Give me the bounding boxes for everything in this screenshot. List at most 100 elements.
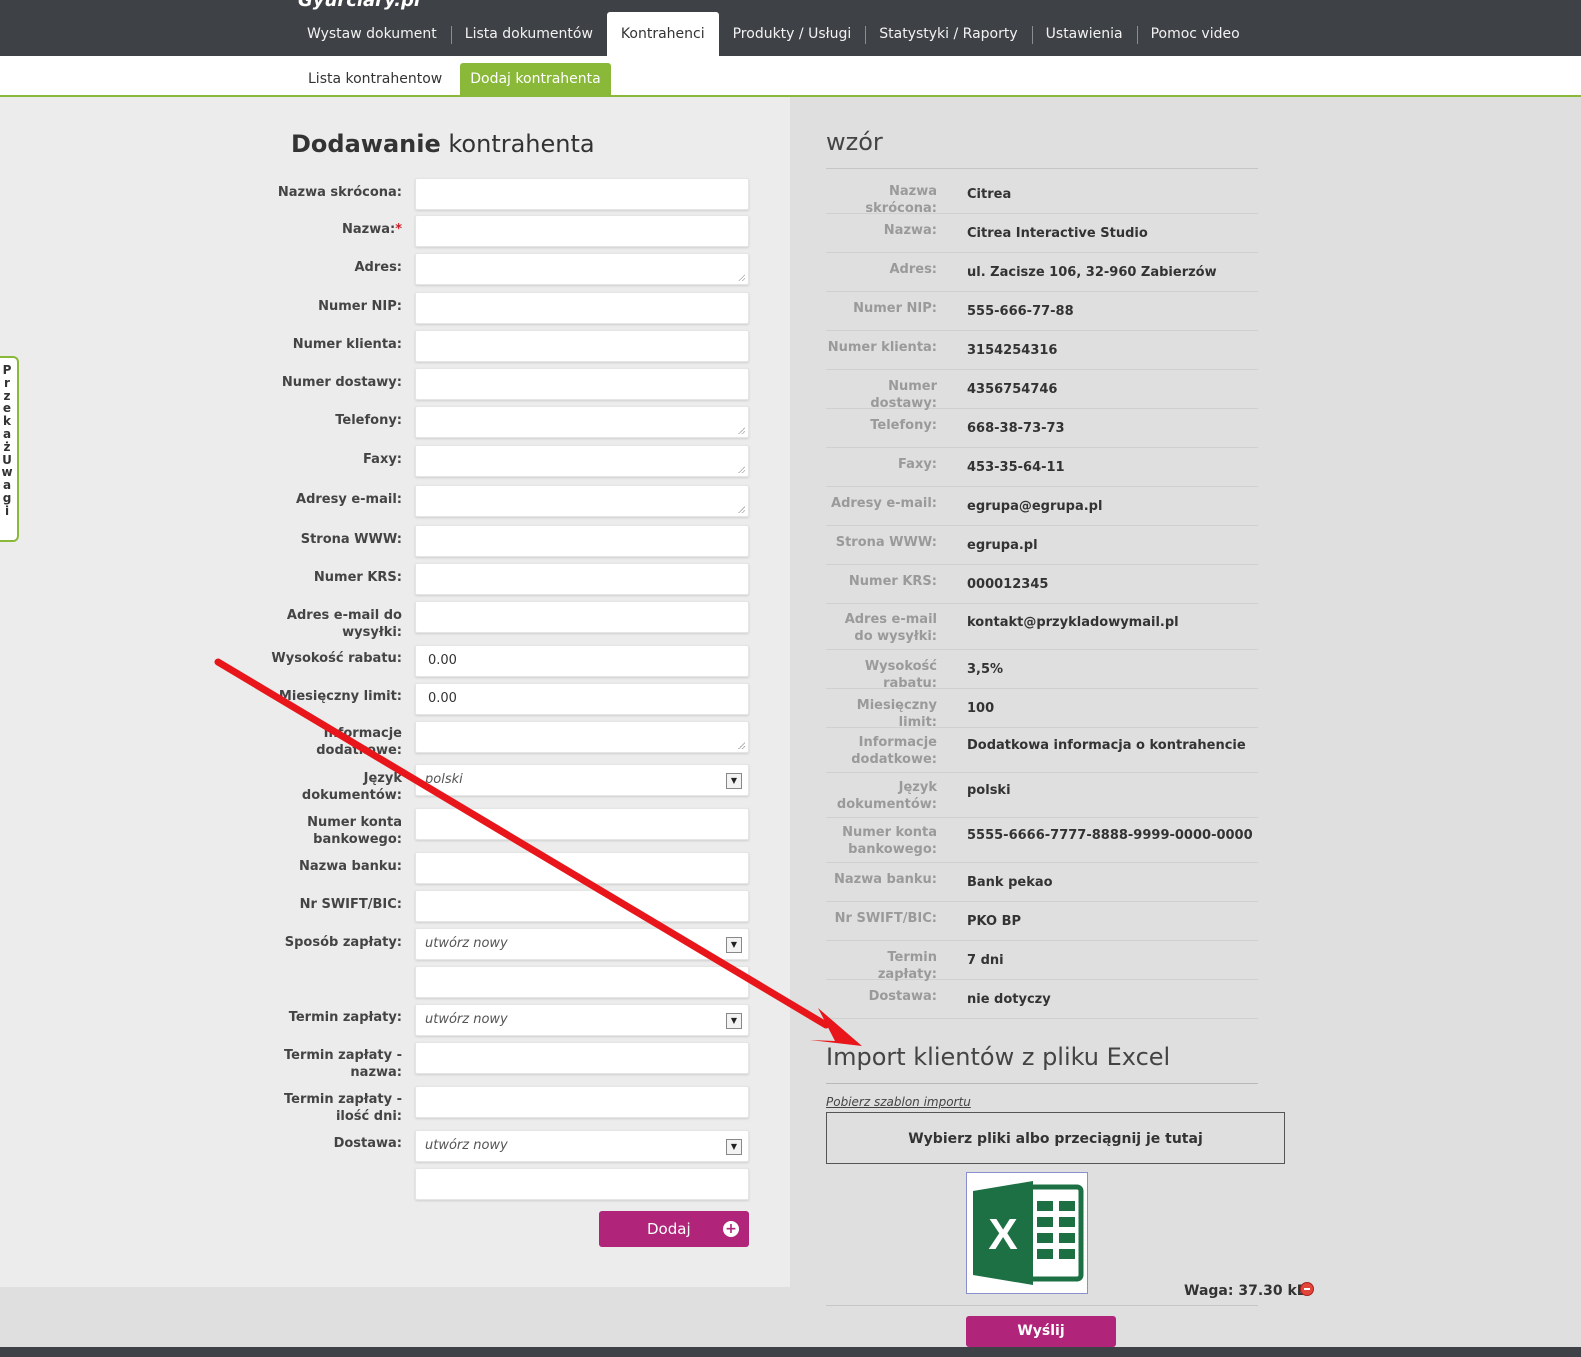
label-swift: Nr SWIFT/BIC: [299,897,402,912]
nav-ustawienia[interactable]: Ustawienia [1031,12,1137,56]
nav-kontrahenci[interactable]: Kontrahenci [606,12,719,56]
svg-text:X: X [988,1210,1017,1259]
label-sposob-zaplaty: Sposób zapłaty: [284,935,402,950]
sample-row: Numer KRS: 000012345 [826,565,1258,604]
nav-wystaw-dokument[interactable]: Wystaw dokument [293,12,451,56]
input-numer-klienta[interactable] [415,330,749,362]
label-telefony: Telefony: [335,413,402,428]
sample-row: Nazwa: Citrea Interactive Studio [826,214,1258,253]
label-numer-krs: Numer KRS: [313,570,402,585]
subnav-dodaj-kontrahenta[interactable]: Dodaj kontrahenta [460,63,611,95]
textarea-adres[interactable] [415,253,749,285]
file-size: Waga: 37.30 kB [1184,1283,1308,1299]
sample-title: wzór [826,128,883,156]
feedback-tab[interactable]: Przekaż Uwagi [0,356,19,542]
sample-row: Informacje dodatkowe: Dodatkowa informacj… [826,728,1258,773]
send-button[interactable]: Wyślij [966,1316,1116,1347]
divider [826,1305,1258,1306]
sample-row: Język dokumentów: polski [826,773,1258,818]
select-sposob-zaplaty[interactable]: utwórz nowy ▼ [415,928,749,960]
label-informacje: Informacje dodatkowe: [316,726,402,758]
textarea-telefony[interactable] [415,406,749,438]
input-numer-nip[interactable] [415,292,749,324]
sample-row: Nr SWIFT/BIC: PKO BP [826,902,1258,941]
label-termin-zaplaty: Termin zapłaty: [288,1010,402,1025]
sample-row: Numer NIP: 555-666-77-88 [826,292,1258,331]
sub-navigation-bar: Lista kontrahentow Dodaj kontrahenta [0,56,1581,97]
sample-row: Numer konta bankowego: 5555-6666-7777-888… [826,818,1258,863]
input-nazwa-skrocona[interactable] [415,178,749,210]
textarea-adresy-email[interactable] [415,485,749,517]
uploaded-file-thumbnail: X [966,1172,1088,1294]
label-strona-www: Strona WWW: [300,532,402,547]
select-dostawa[interactable]: utwórz nowy ▼ [415,1130,749,1162]
input-konto[interactable] [415,808,749,840]
input-email-wysylki[interactable] [415,601,749,633]
chevron-down-icon[interactable]: ▼ [726,773,742,789]
label-numer-dostawy: Numer dostawy: [281,375,402,390]
sample-row: Numer klienta: 3154254316 [826,331,1258,370]
label-rabat: Wysokość rabatu: [271,651,402,666]
label-termin-dni: Termin zapłaty - ilość dni: [283,1092,402,1124]
top-navigation-bar: Gyurciary.pl Wystaw dokument Lista dokum… [0,0,1581,56]
nav-lista-dokumentow[interactable]: Lista dokumentów [450,12,607,56]
import-title: Import klientów z pliku Excel [826,1043,1171,1071]
download-template-link[interactable]: Pobierz szablon importu [826,1095,971,1109]
sample-row: Telefony: 668-38-73-73 [826,409,1258,448]
excel-icon: X [973,1181,1084,1285]
label-adresy-email: Adresy e-mail: [296,492,402,507]
divider [826,168,1258,169]
form-title: Dodawanie kontrahenta [291,130,595,158]
label-numer-nip: Numer NIP: [318,299,402,314]
footer-bar [0,1347,1581,1357]
sample-row: Dostawa: nie dotyczy [826,980,1258,1019]
select-jezyk[interactable]: polski ▼ [415,764,749,796]
label-adres: Adres: [354,260,402,275]
nav-statystyki-raporty[interactable]: Statystyki / Raporty [865,12,1031,56]
label-dostawa: Dostawa: [333,1136,402,1151]
sample-row: Adresy e-mail: egrupa@egrupa.pl [826,487,1258,526]
label-numer-klienta: Numer klienta: [292,337,402,352]
label-termin-nazwa: Termin zapłaty - nazwa: [283,1048,402,1080]
file-dropzone[interactable]: Wybierz pliki albo przeciągnij je tutaj [826,1112,1285,1164]
chevron-down-icon[interactable]: ▼ [726,1139,742,1155]
sample-row: Adres e-mail do wysyłki: kontakt@przyklad… [826,604,1258,650]
sample-row: Termin zapłaty: 7 dni [826,941,1258,982]
divider [826,1083,1258,1084]
add-button[interactable]: Dodaj + [599,1211,749,1247]
label-limit: Miesięczny limit: [278,689,402,704]
input-rabat[interactable]: 0.00 [415,645,749,677]
input-strona-www[interactable] [415,525,749,557]
chevron-down-icon[interactable]: ▼ [726,1013,742,1029]
subnav-lista-kontrahentow[interactable]: Lista kontrahentow [298,63,452,95]
input-sposob-zaplaty-new[interactable] [415,966,749,998]
sample-row: Numer dostawy: 4356754746 [826,370,1258,411]
label-faxy: Faxy: [363,452,402,467]
input-dostawa-new[interactable] [415,1168,749,1200]
input-termin-dni[interactable] [415,1086,749,1118]
select-termin-zaplaty[interactable]: utwórz nowy ▼ [415,1004,749,1036]
label-nazwa: Nazwa:* [341,222,402,237]
logo[interactable]: Gyurciary.pl [298,0,420,11]
nav-pomoc-video[interactable]: Pomoc video [1136,12,1254,56]
input-termin-nazwa[interactable] [415,1042,749,1074]
input-limit[interactable]: 0.00 [415,683,749,715]
sample-row: Nazwa banku: Bank pekao [826,863,1258,902]
textarea-faxy[interactable] [415,445,749,477]
sample-row: Adres: ul. Zacisze 106, 32-960 Zabierzów [826,253,1258,292]
subnav: Lista kontrahentow Dodaj kontrahenta [298,63,611,95]
label-konto: Numer konta bankowego: [307,815,402,847]
sample-row: Miesięczny limit: 100 [826,689,1258,730]
textarea-informacje[interactable] [415,721,749,753]
sample-row: Nazwa skrócona: Citrea [826,175,1258,216]
remove-file-icon[interactable] [1300,1282,1314,1296]
input-numer-dostawy[interactable] [415,368,749,400]
input-swift[interactable] [415,890,749,922]
nav-produkty-uslugi[interactable]: Produkty / Usługi [719,12,866,56]
input-nazwa[interactable] [415,215,749,247]
input-bank[interactable] [415,852,749,884]
chevron-down-icon[interactable]: ▼ [726,937,742,953]
label-nazwa-skrocona: Nazwa skrócona: [277,185,402,200]
input-numer-krs[interactable] [415,563,749,595]
sample-row: Faxy: 453-35-64-11 [826,448,1258,487]
